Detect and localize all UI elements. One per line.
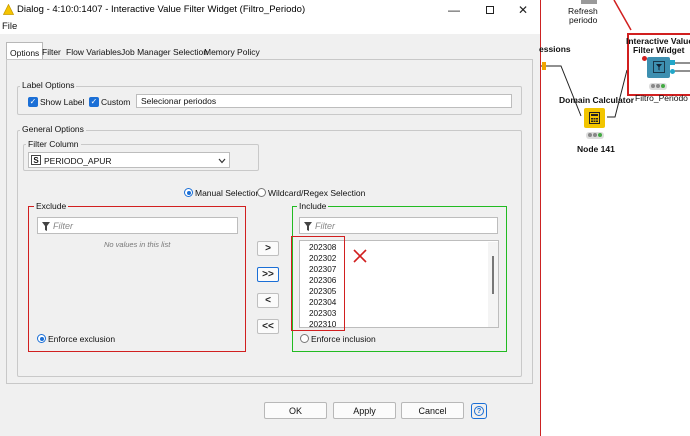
chevron-down-icon	[218, 158, 226, 164]
list-scrollbar[interactable]	[488, 242, 498, 327]
maximize-icon	[486, 6, 494, 14]
show-label-checkbox[interactable]: ✓	[28, 97, 38, 107]
widget-input-port	[642, 56, 647, 61]
red-x-annotation-icon	[353, 249, 367, 263]
string-type-icon: S	[31, 155, 41, 165]
general-options-title: General Options	[20, 124, 86, 134]
wildcard-selection-text: Wildcard/Regex Selection	[268, 188, 366, 198]
apply-button[interactable]: Apply	[333, 402, 396, 419]
tab-flow-variables[interactable]: Flow Variables	[63, 44, 124, 60]
enforce-exclusion-text: Enforce exclusion	[48, 334, 116, 344]
custom-text: Custom	[101, 97, 131, 107]
window-title: Dialog - 4:10:0:1407 - Interactive Value…	[17, 4, 306, 15]
knime-warning-icon	[3, 4, 14, 15]
custom-checkbox[interactable]: ✓	[89, 97, 99, 107]
enforce-inclusion-text: Enforce inclusion	[311, 334, 376, 344]
exclude-title: Exclude	[34, 201, 69, 211]
manual-selection-radio[interactable]	[184, 188, 193, 197]
close-button[interactable]: ✕	[505, 0, 541, 20]
menu-bar: File	[0, 20, 540, 34]
filter-column-title: Filter Column	[26, 139, 81, 149]
widget-node[interactable]	[647, 57, 670, 78]
close-icon: ✕	[517, 3, 529, 17]
calculator-icon	[589, 112, 600, 124]
filter-column-value: PERIODO_APUR	[44, 156, 112, 166]
sessions-node-label: essions	[539, 44, 571, 54]
domain-node-status	[586, 132, 604, 139]
filter-column-dropdown[interactable]: S PERIODO_APUR	[28, 152, 230, 168]
maximize-button[interactable]	[472, 0, 508, 20]
show-label-text: Show Label	[40, 97, 85, 107]
tab-memory-policy[interactable]: Memory Policy	[201, 44, 263, 60]
widget-node-status	[649, 83, 667, 90]
tab-filter[interactable]: Filter	[39, 44, 64, 60]
widget-node-caption: Filtro_Periodo	[635, 93, 688, 103]
label-options-title: Label Options	[20, 80, 77, 90]
widget-output-port-2	[670, 69, 675, 74]
node-141-label: Node 141	[577, 144, 615, 154]
exclude-filter-placeholder: Filter	[53, 221, 73, 231]
label-text-field[interactable]: Selecionar periodos	[136, 94, 512, 108]
move-left-button[interactable]: <	[257, 293, 279, 308]
move-all-right-button[interactable]: >>	[257, 267, 279, 282]
help-button[interactable]: ?	[471, 403, 487, 419]
enforce-inclusion-radio[interactable]	[300, 334, 309, 343]
domain-calculator-node[interactable]	[584, 108, 605, 128]
exclude-empty-text: No values in this list	[104, 240, 171, 249]
exclude-filter-input[interactable]: Filter	[37, 217, 238, 234]
move-right-button[interactable]: >	[257, 241, 279, 256]
minimize-icon: —	[448, 3, 460, 17]
widget-node-label-2: Filter Widget	[633, 45, 685, 55]
widget-output-port	[670, 60, 675, 65]
scrollbar-thumb[interactable]	[492, 256, 494, 294]
domain-calculator-label: Domain Calculator	[559, 95, 635, 105]
filter-widget-icon	[653, 61, 665, 73]
move-all-left-button[interactable]: <<	[257, 319, 279, 334]
title-bar[interactable]: Dialog - 4:10:0:1407 - Interactive Value…	[0, 0, 540, 20]
include-filter-placeholder: Filter	[315, 221, 335, 231]
annotation-box	[291, 236, 345, 331]
manual-selection-text: Manual Selection	[195, 188, 261, 198]
include-filter-input[interactable]: Filter	[299, 217, 498, 234]
include-title: Include	[297, 201, 329, 211]
wildcard-selection-radio[interactable]	[257, 188, 266, 197]
help-icon: ?	[474, 406, 484, 416]
ok-button[interactable]: OK	[264, 402, 327, 419]
dialog-window: Dialog - 4:10:0:1407 - Interactive Value…	[0, 0, 541, 436]
cancel-button[interactable]: Cancel	[401, 402, 464, 419]
options-panel: Label Options ✓ Show Label ✓ Custom Sele…	[6, 59, 533, 384]
menu-file[interactable]: File	[2, 21, 17, 32]
minimize-button[interactable]: —	[436, 0, 472, 20]
tab-options[interactable]: Options	[6, 42, 44, 60]
tab-job-manager-selection[interactable]: Job Manager Selection	[118, 44, 211, 60]
workflow-canvas[interactable]: Refresh periodo essions Domain Calculato…	[539, 0, 690, 436]
funnel-icon	[42, 222, 50, 231]
funnel-icon	[304, 222, 312, 231]
enforce-exclusion-radio[interactable]	[37, 334, 46, 343]
sessions-port	[542, 62, 546, 70]
